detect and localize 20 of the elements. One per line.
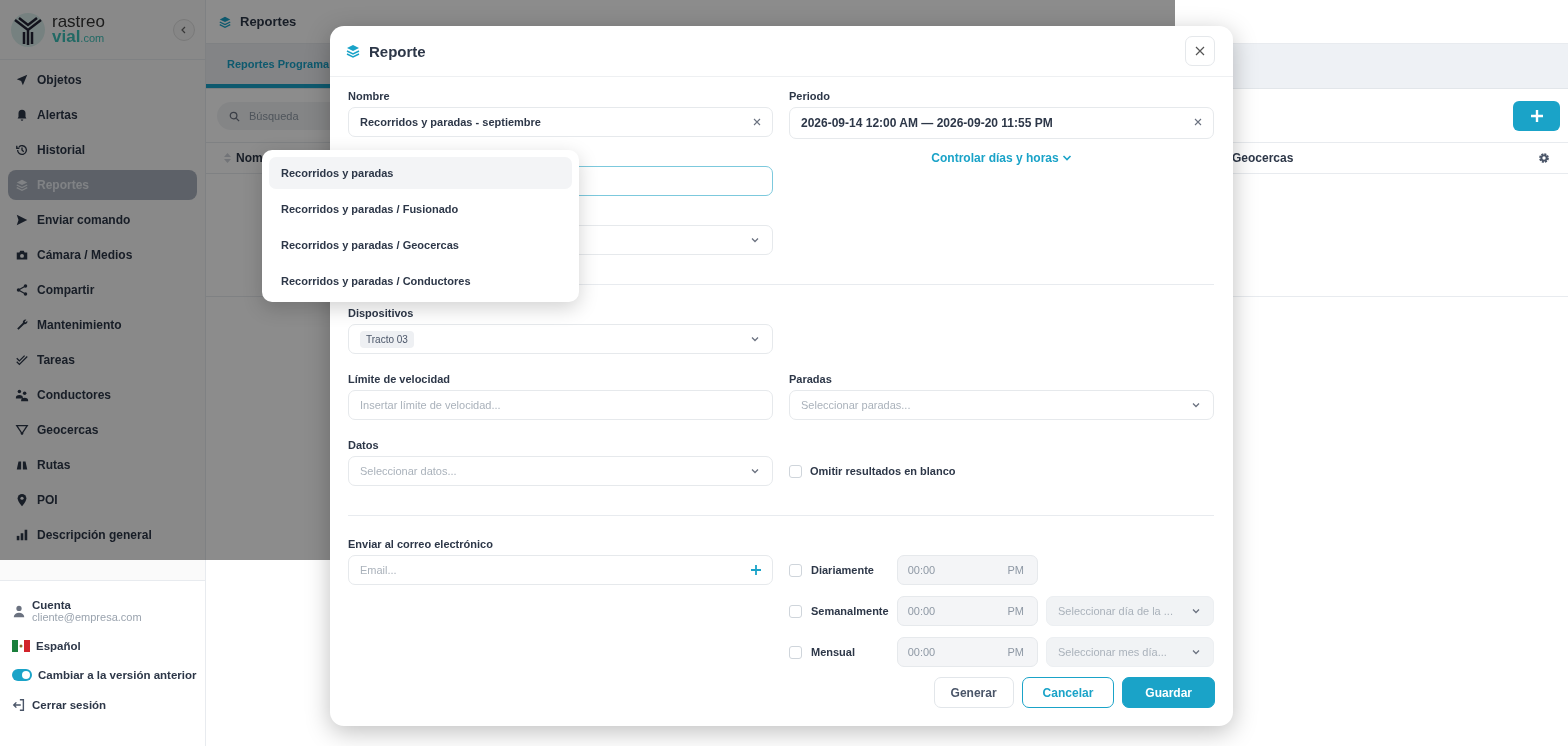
meridiem-label: PM	[1007, 564, 1024, 576]
meridiem-label: PM	[1007, 646, 1024, 658]
field-label: Dispositivos	[348, 307, 414, 320]
meridiem-label: PM	[1007, 605, 1024, 617]
dialog-title: Reporte	[369, 42, 426, 60]
field-label: Nombre	[348, 90, 390, 103]
toggle-label: Cambiar a la versión anterior	[38, 669, 197, 681]
checkbox-label: Semanalmente	[811, 605, 889, 617]
account-email: cliente@empresa.com	[32, 611, 142, 623]
device-chip: Tracto 03	[360, 330, 414, 348]
checkbox-label: Mensual	[811, 646, 856, 658]
field-label: Límite de velocidad	[348, 373, 451, 386]
field-label: Enviar al correo electrónico	[348, 538, 493, 551]
field-label: Datos	[348, 439, 379, 452]
checkbox-label: Omitir resultados en blanco	[810, 465, 956, 477]
logo-wordmark: rastreo vial.com	[52, 13, 105, 46]
page-title: Reportes	[240, 14, 297, 29]
checkbox-label: Diariamente	[811, 564, 875, 576]
field-label: Paradas	[789, 373, 832, 386]
field-label: Periodo	[789, 90, 830, 103]
